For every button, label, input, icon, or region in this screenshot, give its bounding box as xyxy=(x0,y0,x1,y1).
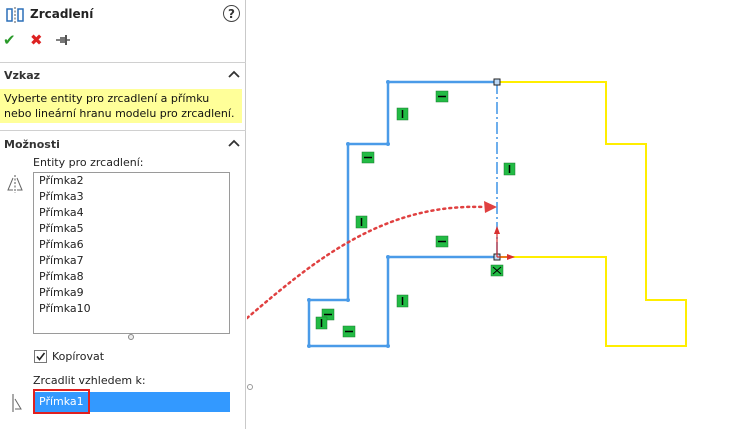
mirror-about-label: Zrcadlit vzhledem k: xyxy=(33,374,146,387)
message-group-title: Vzkaz xyxy=(4,69,41,82)
list-item[interactable]: Přímka7 xyxy=(34,253,229,269)
mirror-entities-selector-icon xyxy=(7,175,23,193)
list-item[interactable]: Přímka8 xyxy=(34,269,229,285)
divider xyxy=(0,130,246,131)
panel-header: Zrcadlení ? xyxy=(6,4,242,26)
options-group-header[interactable]: Možnosti xyxy=(4,135,242,155)
vertical-relation-icon[interactable] xyxy=(396,107,409,121)
sketch-canvas[interactable] xyxy=(247,0,750,429)
list-item[interactable]: Přímka3 xyxy=(34,189,229,205)
options-group-title: Možnosti xyxy=(4,138,60,151)
chevron-up-icon[interactable] xyxy=(228,68,240,80)
panel-title: Zrcadlení xyxy=(30,7,94,21)
checkmark-icon xyxy=(36,352,46,361)
divider xyxy=(0,62,246,63)
list-item[interactable]: Přímka9 xyxy=(34,285,229,301)
copy-label[interactable]: Kopírovat xyxy=(52,350,104,363)
help-icon[interactable]: ? xyxy=(223,5,240,22)
message-group-header[interactable]: Vzkaz xyxy=(4,66,242,86)
horizontal-relation-icon[interactable] xyxy=(435,90,449,103)
sketch-origin-icon[interactable] xyxy=(494,226,515,260)
chevron-up-icon[interactable] xyxy=(228,137,240,149)
vertical-relation-icon[interactable] xyxy=(315,316,328,330)
mirror-entities-icon xyxy=(6,7,24,23)
entities-list[interactable]: Přímka2 Přímka3 Přímka4 Přímka5 Přímka6 … xyxy=(33,172,230,334)
horizontal-relation-icon[interactable] xyxy=(361,151,375,164)
list-item[interactable]: Přímka4 xyxy=(34,205,229,221)
ok-button[interactable]: ✔ xyxy=(3,31,16,49)
entities-label: Entity pro zrcadlení: xyxy=(33,156,144,169)
property-manager-panel: Zrcadlení ? ✔ ✖ Vzkaz Vyberte entity pro… xyxy=(0,0,246,429)
cancel-button[interactable]: ✖ xyxy=(30,31,43,49)
message-text: Vyberte entity pro zrcadlení a přímku ne… xyxy=(0,89,242,123)
list-item[interactable]: Přímka2 xyxy=(34,173,229,189)
copy-checkbox[interactable] xyxy=(34,350,47,363)
mirror-line-selector-icon xyxy=(12,394,22,412)
horizontal-relation-icon[interactable] xyxy=(342,325,356,338)
callout-arrow xyxy=(247,205,486,320)
pin-icon[interactable] xyxy=(55,33,71,47)
horizontal-relation-icon[interactable] xyxy=(435,235,449,248)
vertical-relation-icon[interactable] xyxy=(396,294,409,308)
vertical-relation-icon[interactable] xyxy=(503,162,516,176)
list-item[interactable]: Přímka6 xyxy=(34,237,229,253)
vertical-relation-icon[interactable] xyxy=(355,215,368,229)
list-item[interactable]: Přímka5 xyxy=(34,221,229,237)
callout-arrowhead xyxy=(484,201,497,213)
list-resize-handle[interactable] xyxy=(128,334,134,340)
endpoint-marker[interactable] xyxy=(493,78,501,86)
callout-highlight xyxy=(33,389,90,414)
mirrored-sketch-profile xyxy=(497,81,687,347)
coincident-relation-icon[interactable] xyxy=(490,264,504,277)
list-item[interactable]: Přímka10 xyxy=(34,301,229,317)
